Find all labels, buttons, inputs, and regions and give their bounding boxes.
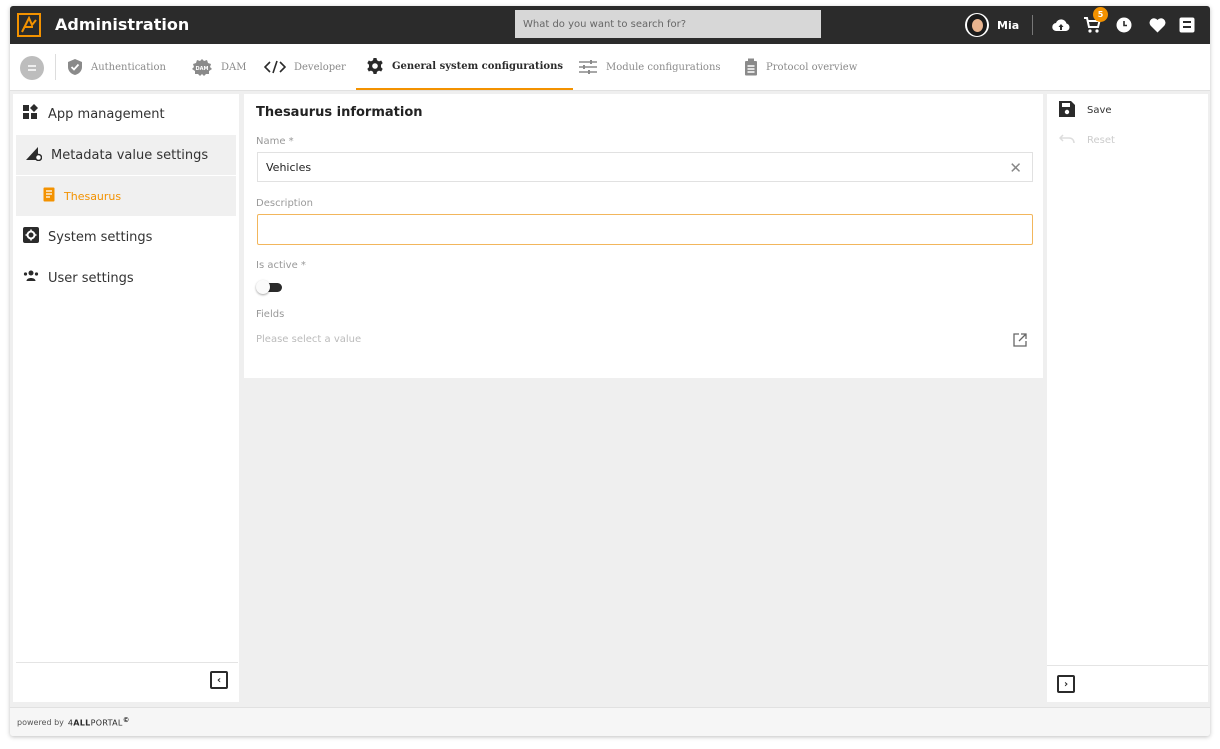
settings-box-icon — [23, 227, 39, 247]
avatar[interactable] — [965, 13, 989, 37]
left-sidebar: App management Metadata value settings T… — [13, 94, 239, 702]
sidebar-item-label: App management — [48, 106, 165, 122]
tab-developer[interactable]: Developer — [264, 44, 346, 90]
is-active-toggle[interactable] — [256, 280, 286, 294]
tab-module-configurations[interactable]: Module configurations — [578, 44, 721, 90]
app-title: Administration — [55, 15, 190, 34]
sidebar-item-label: User settings — [48, 270, 134, 286]
upload-cloud-icon[interactable] — [1051, 15, 1071, 35]
shield-check-icon — [67, 58, 83, 76]
name-label: Name * — [256, 136, 294, 147]
fields-label: Fields — [256, 309, 285, 320]
description-field[interactable] — [257, 214, 1033, 245]
tab-label: Module configurations — [606, 61, 721, 73]
tab-protocol-overview[interactable]: Protocol overview — [744, 44, 857, 90]
sliders-icon — [578, 59, 598, 75]
tab-label: Authentication — [91, 61, 166, 73]
apps-icon — [23, 104, 39, 124]
collapse-right-panel-button[interactable]: › — [1057, 675, 1075, 693]
search-input[interactable] — [515, 10, 821, 38]
is-active-label: Is active * — [256, 260, 306, 271]
section-title: Thesaurus information — [256, 105, 423, 120]
user-menu[interactable]: Mia — [965, 13, 1019, 37]
tab-label: DAM — [221, 61, 247, 73]
sidebar-footer-divider — [16, 662, 238, 663]
clock-icon[interactable] — [1114, 15, 1134, 35]
undo-icon — [1058, 134, 1075, 147]
sidebar-item-thesaurus[interactable]: Thesaurus — [16, 176, 236, 216]
app-window: Administration Mia 5 — [10, 6, 1210, 736]
module-tab-bar: Authentication DAM DAM Developer General… — [10, 44, 1210, 91]
svg-text:DAM: DAM — [196, 66, 209, 72]
tab-general-system-configurations[interactable]: General system configurations — [356, 44, 573, 90]
clipboard-icon — [744, 58, 758, 76]
inbox-icon[interactable] — [1177, 15, 1197, 35]
tab-separator — [55, 54, 56, 80]
tab-label: General system configurations — [392, 60, 563, 72]
sidebar-item-label: Thesaurus — [64, 189, 122, 203]
gear-icon — [366, 57, 384, 75]
tab-label: Protocol overview — [766, 61, 858, 73]
reset-label: Reset — [1087, 135, 1115, 146]
save-button[interactable]: Save — [1059, 101, 1112, 120]
name-field[interactable]: Vehicles ✕ — [257, 152, 1033, 182]
sidebar-item-label: Metadata value settings — [51, 147, 209, 163]
users-icon — [23, 270, 39, 286]
save-icon — [1059, 101, 1075, 120]
tab-label: Developer — [294, 61, 346, 73]
thesaurus-form: Thesaurus information Name * Vehicles ✕ … — [244, 94, 1043, 378]
tab-authentication[interactable]: Authentication — [67, 44, 166, 90]
collapse-left-panel-button[interactable]: ‹ — [210, 671, 228, 689]
user-name: Mia — [997, 18, 1020, 32]
sidebar-item-label: System settings — [48, 229, 153, 245]
cart-badge: 5 — [1093, 7, 1108, 22]
footer: powered by 4ALLPORTAL© — [10, 707, 1210, 736]
open-external-icon[interactable] — [1012, 332, 1028, 348]
reset-button[interactable]: Reset — [1058, 134, 1115, 147]
right-panel-footer-divider — [1047, 665, 1208, 666]
right-action-panel: Save Reset › — [1047, 94, 1208, 702]
sidebar-item-user-settings[interactable]: User settings — [13, 258, 235, 298]
topbar-divider — [1032, 15, 1033, 35]
description-label: Description — [256, 198, 313, 209]
footer-prefix: powered by — [17, 717, 64, 727]
save-label: Save — [1087, 105, 1112, 116]
name-value: Vehicles — [266, 160, 312, 174]
chevron-right-icon: › — [1063, 678, 1069, 690]
allportal-logo-icon[interactable] — [17, 13, 41, 37]
footer-brand: 4ALLPORTAL© — [67, 716, 130, 728]
main-menu-button[interactable] — [20, 56, 44, 80]
fields-select[interactable]: Please select a value — [256, 334, 361, 345]
chevron-left-icon: ‹ — [216, 674, 222, 686]
top-bar: Administration Mia 5 — [10, 6, 1210, 44]
clear-icon[interactable]: ✕ — [1009, 159, 1022, 177]
sidebar-item-app-management[interactable]: App management — [13, 94, 235, 134]
tab-dam[interactable]: DAM DAM — [191, 44, 246, 90]
dam-icon: DAM — [191, 58, 213, 76]
book-icon — [43, 187, 55, 205]
heart-icon[interactable] — [1147, 15, 1167, 35]
metadata-icon — [26, 145, 43, 165]
code-icon — [264, 60, 286, 74]
sidebar-item-metadata-value-settings[interactable]: Metadata value settings — [16, 135, 236, 175]
sidebar-item-system-settings[interactable]: System settings — [13, 217, 235, 257]
